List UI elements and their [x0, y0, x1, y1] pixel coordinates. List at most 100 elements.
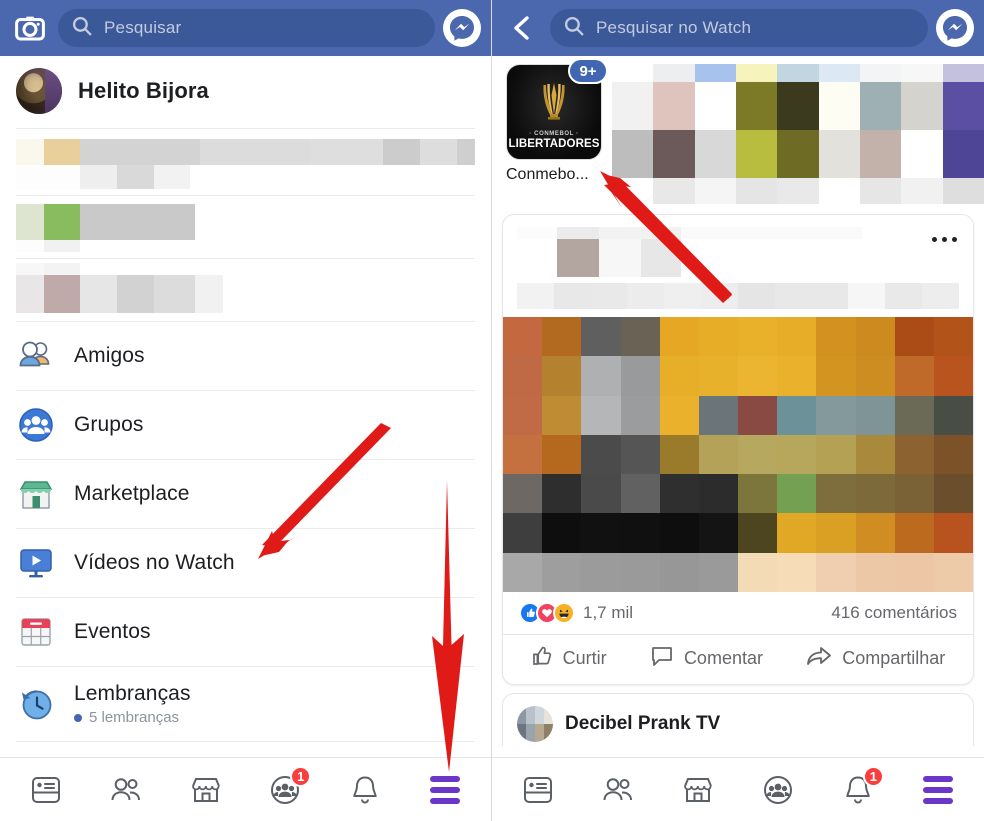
search-placeholder: Pesquisar no Watch	[596, 18, 752, 37]
post-video-thumbnail[interactable]	[503, 317, 973, 592]
sidebar-item-grupos[interactable]: Grupos	[0, 391, 491, 459]
nav-news-feed[interactable]	[18, 766, 74, 814]
like-button[interactable]: Curtir	[531, 645, 607, 672]
news-feed-icon	[31, 776, 60, 803]
share-button[interactable]: Compartilhar	[806, 645, 945, 672]
sidebar-item-videos-no-watch[interactable]: Vídeos no Watch	[0, 529, 491, 597]
status-badge: 1	[290, 765, 312, 787]
reaction-count: 1,7 mil	[583, 603, 634, 622]
search-input[interactable]: Pesquisar no Watch	[550, 9, 928, 47]
stories-row: · CONMEBOL · LIBERTADORES 9+ Conmebo...	[492, 56, 984, 206]
left-top-bar: Pesquisar	[0, 0, 491, 56]
messenger-icon[interactable]	[443, 9, 481, 47]
watch-video-icon	[16, 543, 56, 583]
profile-row[interactable]: Helito Bijora	[0, 56, 491, 128]
sidebar-item-label: Lembranças	[74, 682, 191, 705]
blurred-menu-row	[0, 196, 491, 258]
post-actions: Curtir Comentar Compartilhar	[503, 634, 973, 684]
more-options-icon[interactable]	[932, 237, 957, 242]
search-input[interactable]: Pesquisar	[58, 9, 435, 47]
marketplace-icon	[191, 777, 220, 802]
sidebar-item-label: Marketplace	[74, 482, 190, 505]
sidebar-item-label: Eventos	[74, 620, 151, 643]
news-feed-icon	[524, 776, 552, 803]
profile-name: Helito Bijora	[78, 78, 209, 103]
nav-friends[interactable]	[590, 766, 646, 814]
camera-icon[interactable]	[10, 8, 50, 48]
right-top-bar: Pesquisar no Watch	[492, 0, 984, 56]
sidebar-item-sublabel: 5 lembranças	[74, 709, 191, 726]
post-card: 1,7 mil 416 comentários Curtir Comentar …	[502, 214, 974, 685]
left-bottom-nav: 1	[0, 757, 491, 821]
post-header	[503, 215, 973, 317]
dual-screenshot-container: Pesquisar Helito Bijora Amigos Grupos Ma…	[0, 0, 984, 821]
avatar	[16, 68, 62, 114]
haha-icon	[553, 602, 575, 624]
story-label: Conmebo...	[506, 166, 589, 183]
groups-icon	[764, 775, 792, 804]
nav-groups[interactable]: 1	[257, 765, 313, 814]
sidebar-item-label: Vídeos no Watch	[74, 551, 235, 574]
search-icon	[72, 16, 92, 41]
sidebar-item-label: Amigos	[74, 344, 145, 367]
trophy-icon	[543, 83, 565, 120]
comment-button-label: Comentar	[683, 648, 763, 668]
marketplace-icon	[684, 777, 712, 802]
right-bottom-nav: 1	[492, 757, 984, 821]
blurred-stories-strip	[612, 64, 984, 204]
status-badge: 1	[862, 765, 884, 787]
messenger-icon[interactable]	[936, 9, 974, 47]
nav-marketplace[interactable]	[178, 766, 234, 814]
status-dot	[74, 713, 82, 722]
notifications-bell-icon	[353, 775, 377, 803]
story-brand-top: · CONMEBOL ·	[529, 131, 579, 137]
story-brand-main: LIBERTADORES	[508, 138, 600, 150]
friends-icon	[16, 336, 56, 376]
left-screen-facebook-menu: Pesquisar Helito Bijora Amigos Grupos Ma…	[0, 0, 492, 821]
post-engagement-row: 1,7 mil 416 comentários	[503, 592, 973, 634]
sidebar-item-amigos[interactable]: Amigos	[0, 322, 491, 390]
nav-menu[interactable]	[910, 766, 966, 814]
comment-bubble-icon	[650, 645, 674, 672]
comment-button[interactable]: Comentar	[650, 645, 763, 672]
right-screen-facebook-watch: Pesquisar no Watch · CONMEBOL · LIBERTAD…	[492, 0, 984, 821]
sidebar-item-eventos[interactable]: Eventos	[0, 598, 491, 666]
story-unseen-badge: 9+	[568, 58, 608, 84]
share-arrow-icon	[806, 645, 832, 672]
nav-groups[interactable]	[750, 766, 806, 814]
avatar	[517, 706, 553, 742]
next-post-page-name: Decibel Prank TV	[565, 713, 721, 734]
next-post-card[interactable]: Decibel Prank TV	[502, 693, 974, 746]
nav-menu[interactable]	[417, 766, 473, 814]
nav-notifications[interactable]	[337, 766, 393, 814]
blurred-menu-row	[0, 129, 491, 195]
nav-notifications[interactable]: 1	[830, 765, 886, 814]
events-icon	[16, 612, 56, 652]
divider	[16, 741, 475, 742]
groups-icon	[16, 405, 56, 445]
sidebar-item-lembrancas[interactable]: Lembranças 5 lembranças	[0, 667, 491, 741]
story-conmebol[interactable]: · CONMEBOL · LIBERTADORES 9+ Conmebo...	[506, 58, 608, 184]
search-icon	[564, 16, 584, 41]
comment-count[interactable]: 416 comentários	[831, 603, 957, 623]
friends-icon	[603, 777, 632, 800]
menu-hamburger-icon	[923, 775, 953, 804]
reaction-summary[interactable]: 1,7 mil	[519, 602, 633, 624]
sidebar-item-label: Grupos	[74, 413, 144, 436]
like-button-label: Curtir	[562, 648, 607, 668]
nav-marketplace[interactable]	[670, 766, 726, 814]
marketplace-icon	[16, 474, 56, 514]
search-placeholder: Pesquisar	[104, 18, 182, 37]
back-chevron-icon[interactable]	[502, 8, 542, 48]
blurred-post-author	[517, 227, 862, 277]
sidebar-item-marketplace[interactable]: Marketplace	[0, 460, 491, 528]
friends-icon	[111, 777, 140, 800]
blurred-post-text	[517, 283, 959, 309]
blurred-menu-row	[0, 259, 491, 321]
nav-news-feed[interactable]	[510, 766, 566, 814]
thumbs-up-icon	[531, 645, 553, 672]
memories-icon	[16, 684, 56, 724]
nav-friends[interactable]	[98, 766, 154, 814]
share-button-label: Compartilhar	[842, 648, 946, 668]
sidebar-item-lembrancas-text: Lembranças 5 lembranças	[74, 682, 191, 726]
